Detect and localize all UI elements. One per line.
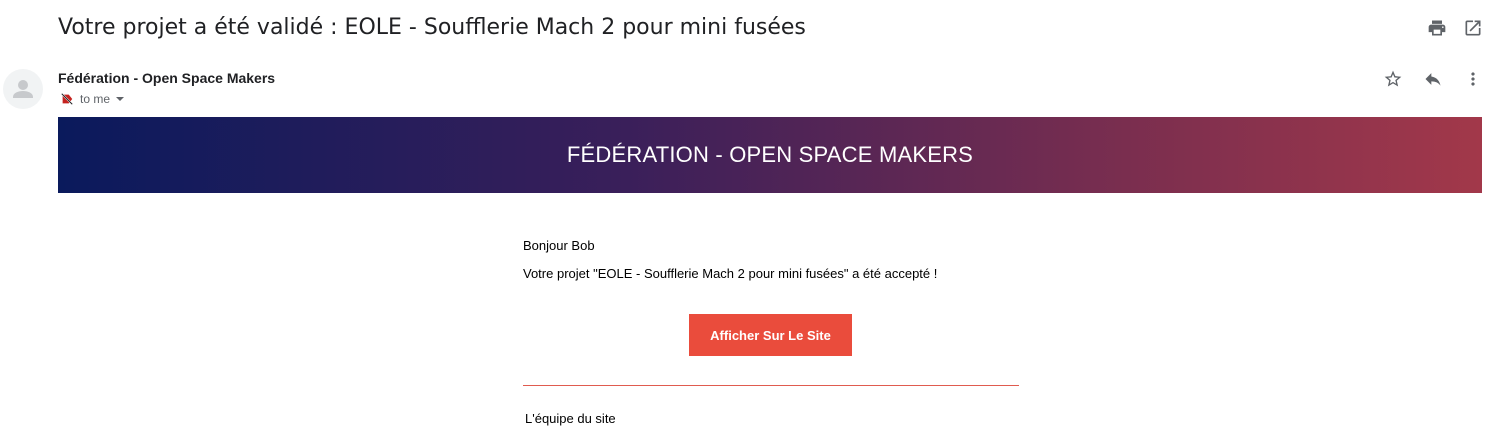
- recipient-label: to me: [80, 92, 111, 106]
- star-icon[interactable]: [1383, 69, 1403, 89]
- signature-text: L'équipe du site: [525, 411, 616, 426]
- greeting-text: Bonjour Bob: [523, 238, 595, 253]
- recipient-line[interactable]: to me: [60, 91, 125, 107]
- open-in-new-icon[interactable]: [1463, 18, 1483, 38]
- email-subject: Votre projet a été validé : EOLE - Souff…: [58, 15, 806, 40]
- label-off-icon[interactable]: [60, 92, 74, 106]
- divider: [523, 385, 1019, 386]
- email-banner: FÉDÉRATION - OPEN SPACE MAKERS: [58, 117, 1482, 193]
- avatar[interactable]: [3, 69, 43, 109]
- print-icon[interactable]: [1427, 18, 1447, 38]
- view-on-site-button[interactable]: Afficher Sur Le Site: [689, 314, 852, 356]
- more-vert-icon[interactable]: [1463, 69, 1483, 89]
- reply-icon[interactable]: [1423, 69, 1443, 89]
- body-text: Votre projet "EOLE - Soufflerie Mach 2 p…: [523, 266, 938, 281]
- banner-title: FÉDÉRATION - OPEN SPACE MAKERS: [566, 142, 974, 167]
- person-icon: [13, 80, 33, 98]
- sender-name[interactable]: Fédération - Open Space Makers: [58, 70, 275, 86]
- chevron-down-icon[interactable]: [115, 94, 125, 104]
